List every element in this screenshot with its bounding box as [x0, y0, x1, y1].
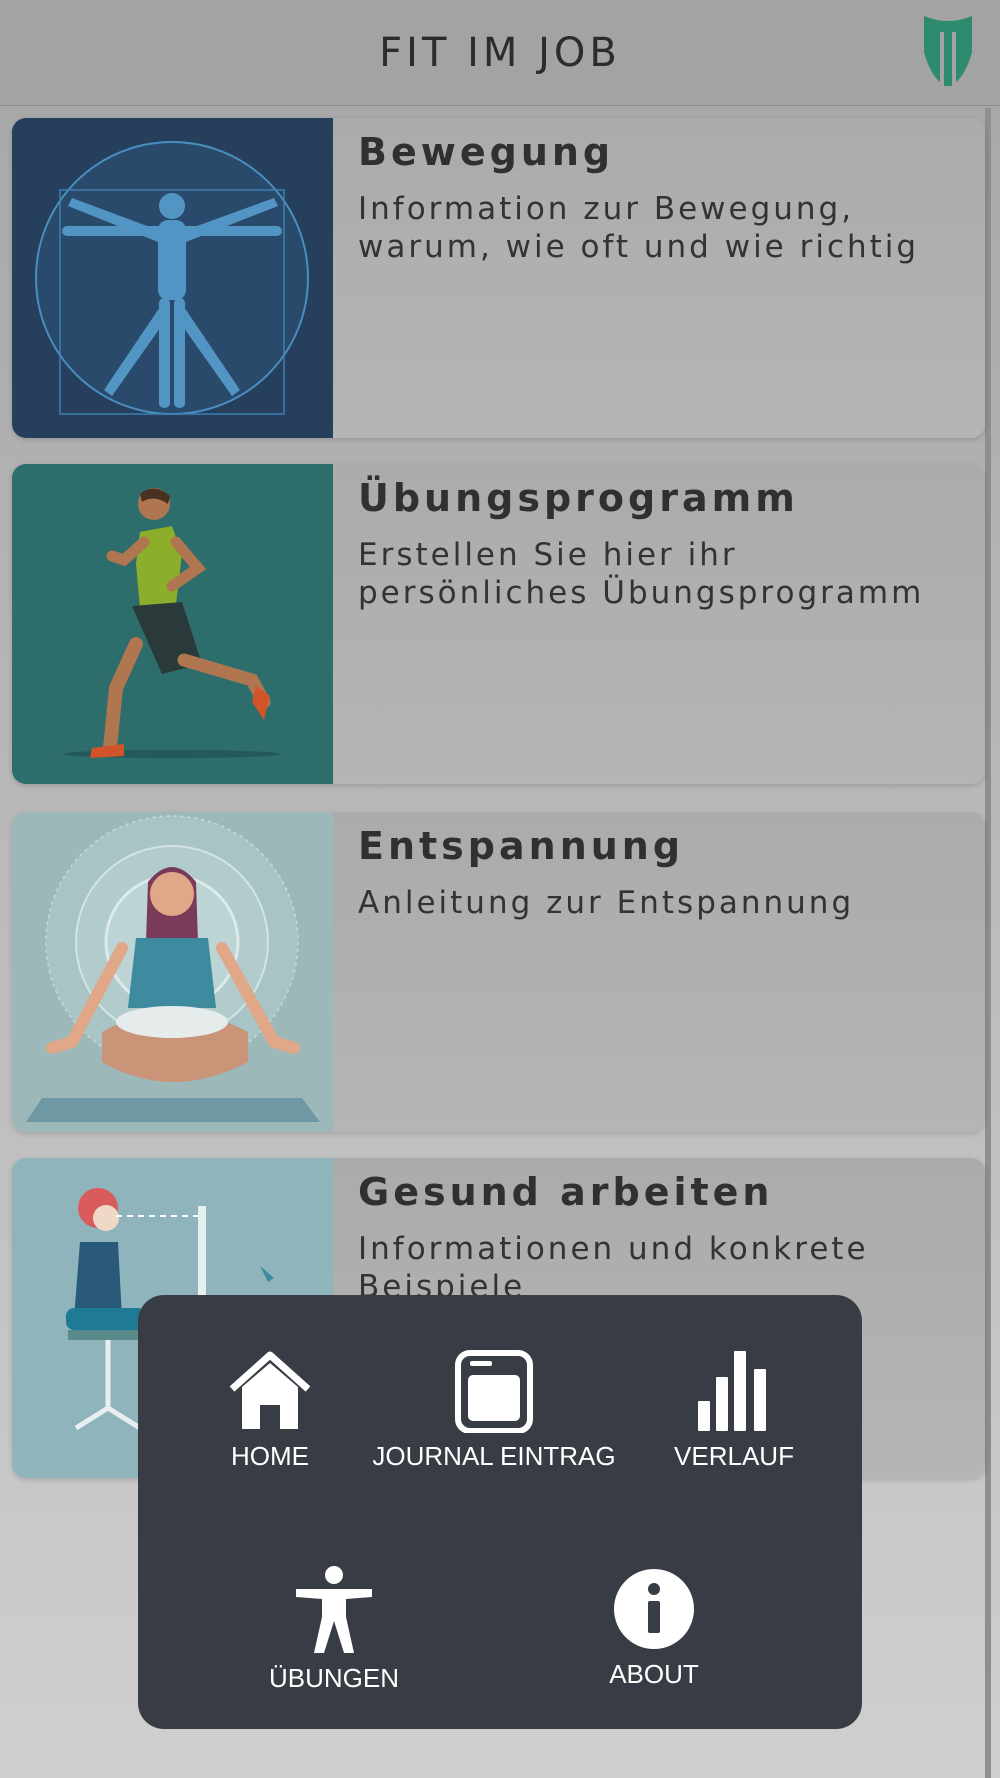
card-description: Information zur Bewegung, warum, wie oft…: [358, 191, 920, 265]
journal-icon: [455, 1350, 533, 1433]
navigation-menu: HOME JOURNAL EINTRAG VERLAUF ÜBUNGEN ABO…: [138, 1295, 862, 1729]
app-logo-icon[interactable]: [920, 12, 976, 88]
card-entspannung[interactable]: Entspannung Anleitung zur Entspannung: [12, 812, 985, 1132]
card-description: Erstellen Sie hier ihr persönliches Übun…: [358, 537, 925, 611]
menu-item-verlauf[interactable]: VERLAUF: [654, 1349, 814, 1472]
menu-item-uebungen[interactable]: ÜBUNGEN: [244, 1565, 424, 1694]
menu-item-label: HOME: [231, 1441, 309, 1471]
scrollbar[interactable]: [985, 108, 991, 1778]
menu-item-label: ABOUT: [609, 1659, 699, 1689]
runner-image: [12, 464, 333, 784]
meditation-image: [12, 812, 333, 1132]
menu-item-label: VERLAUF: [674, 1441, 794, 1471]
menu-item-label: JOURNAL EINTRAG: [372, 1441, 616, 1471]
card-uebungsprogramm[interactable]: Übungsprogramm Erstellen Sie hier ihr pe…: [12, 464, 985, 784]
card-title: Übungsprogramm: [358, 476, 799, 520]
menu-item-home[interactable]: HOME: [190, 1349, 350, 1472]
card-title: Gesund arbeiten: [358, 1170, 774, 1214]
info-icon: [614, 1569, 694, 1649]
card-bewegung[interactable]: Bewegung Information zur Bewegung, warum…: [12, 118, 985, 438]
menu-item-about[interactable]: ABOUT: [574, 1567, 734, 1690]
card-title: Bewegung: [358, 130, 615, 174]
menu-item-label: ÜBUNGEN: [268, 1663, 399, 1693]
bar-chart-icon: [698, 1351, 766, 1431]
person-icon: [296, 1566, 372, 1653]
home-icon: [229, 1351, 311, 1429]
menu-item-journal-eintrag[interactable]: JOURNAL EINTRAG: [364, 1349, 624, 1472]
vitruvian-man-image: [12, 118, 333, 438]
page-title: FIT IM JOB: [379, 30, 621, 76]
app-header: FIT IM JOB: [0, 0, 1000, 106]
card-title: Entspannung: [358, 824, 685, 868]
card-description: Anleitung zur Entspannung: [358, 885, 855, 921]
